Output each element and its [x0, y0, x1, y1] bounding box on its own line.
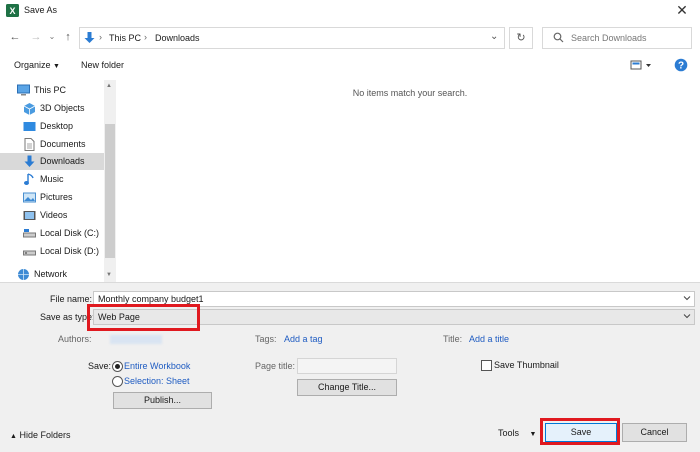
window-title: Save As [24, 5, 58, 15]
search-input[interactable]: Search Downloads [542, 27, 692, 49]
refresh-button[interactable]: ↻ [509, 27, 533, 49]
sidebar-item-label: Local Disk (D:) [40, 246, 100, 256]
sidebar-item-label: Documents [40, 139, 86, 149]
sidebar-item-this-pc[interactable]: This PC [0, 82, 104, 99]
scroll-down-icon[interactable]: ▼ [106, 272, 112, 278]
sidebar-item-label: Network [34, 269, 68, 279]
tags-label: Tags: [255, 334, 277, 344]
sidebar-item-music[interactable]: Music [0, 171, 104, 188]
title-bar: X Save As ✕ [0, 0, 700, 22]
back-arrow-icon[interactable]: ← [8, 30, 22, 44]
page-title-label: Page title: [255, 361, 296, 371]
selection-sheet-radio[interactable] [112, 376, 123, 387]
network-icon [17, 268, 30, 281]
add-title-link[interactable]: Add a title [469, 334, 509, 344]
search-icon [553, 32, 564, 43]
disk-icon [23, 227, 36, 240]
sidebar-item-label: Desktop [40, 121, 74, 131]
sidebar-item-videos[interactable]: Videos [0, 207, 104, 224]
excel-icon: X [6, 4, 19, 17]
sidebar-item-label: This PC [34, 85, 67, 95]
page-title-input[interactable] [297, 358, 397, 374]
title-label: Title: [443, 334, 463, 344]
view-options-icon[interactable] [630, 59, 652, 71]
disk-icon [23, 245, 36, 258]
change-title-button[interactable]: Change Title... [297, 379, 397, 396]
authors-label: Authors: [58, 334, 92, 344]
address-dropdown-icon[interactable]: ⌄ [490, 31, 498, 42]
search-placeholder: Search Downloads [571, 33, 647, 43]
music-icon [23, 173, 36, 186]
file-name-label: File name: [50, 294, 93, 304]
chevron-down-icon: ▼ [529, 431, 537, 438]
sidebar-item-local-disk-c[interactable]: Local Disk (C:) [0, 225, 104, 242]
3d-objects-icon [23, 102, 36, 115]
sidebar-item-downloads[interactable]: Downloads [0, 153, 104, 170]
save-scope-label: Save: [88, 361, 112, 371]
save-as-type-highlight [87, 304, 200, 331]
navigation-pane: This PC 3D Objects Desktop Documents Dow… [0, 80, 116, 282]
chevron-up-icon: ▲ [10, 433, 17, 440]
sidebar-item-label: 3D Objects [40, 103, 85, 113]
publish-button[interactable]: Publish... [113, 392, 212, 409]
entire-workbook-radio[interactable] [112, 361, 123, 372]
recent-dropdown-icon[interactable]: ⌄ [45, 30, 59, 44]
close-icon[interactable]: ✕ [674, 2, 690, 18]
sidebar-scroll-thumb[interactable] [105, 124, 115, 258]
downloads-icon [23, 155, 36, 168]
sidebar-item-local-disk-d[interactable]: Local Disk (D:) [0, 243, 104, 260]
help-icon[interactable]: ? [674, 58, 688, 72]
sidebar-item-label: Music [40, 174, 64, 184]
breadcrumb-separator-icon: › [144, 32, 147, 42]
sidebar-item-network[interactable]: Network [0, 266, 104, 283]
sidebar-item-3d-objects[interactable]: 3D Objects [0, 100, 104, 117]
videos-icon [23, 209, 36, 222]
pc-icon [17, 84, 30, 97]
save-thumbnail-checkbox[interactable] [481, 360, 492, 371]
breadcrumb-separator-icon: › [99, 32, 102, 42]
refresh-icon: ↻ [516, 32, 526, 44]
empty-folder-message: No items match your search. [352, 88, 468, 98]
desktop-icon [23, 120, 36, 133]
tools-button[interactable]: Tools ▼ [498, 428, 536, 438]
add-tag-link[interactable]: Add a tag [284, 334, 323, 344]
save-button-highlight [540, 418, 620, 445]
entire-workbook-label[interactable]: Entire Workbook [124, 361, 190, 371]
chevron-down-icon: ▼ [53, 63, 60, 70]
forward-arrow-icon[interactable]: → [29, 30, 43, 44]
scroll-up-icon[interactable]: ▲ [106, 83, 112, 89]
sidebar-item-label: Downloads [40, 156, 85, 166]
organize-label: Organize [14, 60, 51, 70]
chevron-down-icon[interactable] [683, 294, 691, 302]
new-folder-button[interactable]: New folder [81, 60, 124, 70]
download-arrow-icon [84, 32, 95, 44]
documents-icon [23, 138, 36, 151]
cancel-button[interactable]: Cancel [622, 423, 687, 442]
breadcrumb-this-pc[interactable]: This PC [109, 33, 141, 43]
hide-folders-label: Hide Folders [19, 430, 71, 440]
sidebar-item-documents[interactable]: Documents [0, 136, 104, 153]
save-thumbnail-label[interactable]: Save Thumbnail [494, 360, 559, 370]
authors-value-blurred [110, 335, 162, 344]
hide-folders-button[interactable]: ▲ Hide Folders [10, 430, 70, 440]
chevron-down-icon[interactable] [683, 312, 691, 320]
organize-button[interactable]: Organize ▼ [14, 60, 60, 70]
save-options-panel: File name: Monthly company budget1 Save … [0, 282, 700, 452]
sidebar-item-label: Local Disk (C:) [40, 228, 100, 238]
address-bar[interactable]: › This PC › Downloads ⌄ [79, 27, 505, 49]
toolbar: Organize ▼ New folder ? [0, 56, 700, 76]
file-name-value: Monthly company budget1 [98, 294, 204, 304]
svg-text:X: X [9, 6, 15, 16]
svg-text:?: ? [678, 61, 684, 72]
sidebar-item-label: Videos [40, 210, 68, 220]
selection-sheet-label[interactable]: Selection: Sheet [124, 376, 190, 386]
up-arrow-icon[interactable]: ↑ [61, 30, 75, 44]
sidebar-item-desktop[interactable]: Desktop [0, 118, 104, 135]
tools-label: Tools [498, 428, 520, 438]
sidebar-item-pictures[interactable]: Pictures [0, 189, 104, 206]
pictures-icon [23, 191, 36, 204]
breadcrumb-downloads[interactable]: Downloads [155, 33, 200, 43]
sidebar-item-label: Pictures [40, 192, 73, 202]
